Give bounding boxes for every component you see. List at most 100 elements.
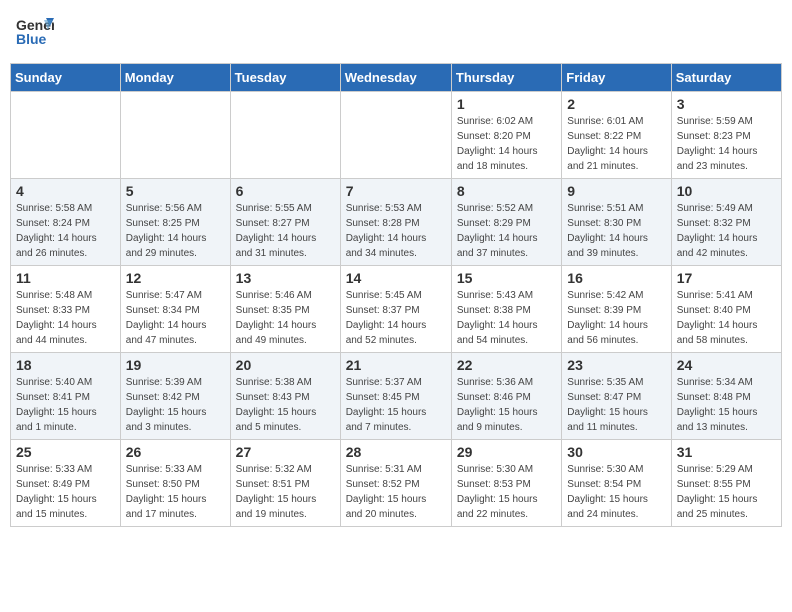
calendar-cell: 29Sunrise: 5:30 AM Sunset: 8:53 PM Dayli… <box>451 440 561 527</box>
calendar-cell: 25 Sunrise: 5:33 AM Sunset: 8:49 PM Dayli… <box>11 440 121 527</box>
calendar-week-row: 25 Sunrise: 5:33 AM Sunset: 8:49 PM Dayli… <box>11 440 782 527</box>
calendar-cell: 31 Sunrise: 5:29 AM Sunset: 8:55 PM Dayli… <box>671 440 781 527</box>
day-number: 12 <box>126 270 225 286</box>
header: General Blue <box>10 10 782 55</box>
day-info: Sunrise: 5:51 AM Sunset: 8:30 PM Dayligh… <box>567 201 665 261</box>
calendar-cell: 11Sunrise: 5:48 AM Sunset: 8:33 PM Dayli… <box>11 266 121 353</box>
calendar-cell: 17Sunrise: 5:41 AM Sunset: 8:40 PM Dayli… <box>671 266 781 353</box>
day-info: Sunrise: 5:49 AM Sunset: 8:32 PM Dayligh… <box>677 201 776 261</box>
day-number: 7 <box>346 183 446 199</box>
day-info: Sunrise: 5:40 AM Sunset: 8:41 PM Dayligh… <box>16 375 115 435</box>
calendar-cell: 4 Sunrise: 5:58 AM Sunset: 8:24 PM Daylig… <box>11 179 121 266</box>
calendar-cell: 21Sunrise: 5:37 AM Sunset: 8:45 PM Dayli… <box>340 353 451 440</box>
day-number: 25 <box>16 444 115 460</box>
calendar-cell: 28 Sunrise: 5:31 AM Sunset: 8:52 PM Dayli… <box>340 440 451 527</box>
day-info: Sunrise: 5:53 AM Sunset: 8:28 PM Dayligh… <box>346 201 446 261</box>
calendar-week-row: 4 Sunrise: 5:58 AM Sunset: 8:24 PM Daylig… <box>11 179 782 266</box>
calendar-cell: 20 Sunrise: 5:38 AM Sunset: 8:43 PM Dayli… <box>230 353 340 440</box>
day-number: 30 <box>567 444 665 460</box>
page-container: General Blue SundayMondayTuesdayWednesda… <box>10 10 782 527</box>
calendar-header-friday: Friday <box>562 64 671 92</box>
calendar-cell: 18 Sunrise: 5:40 AM Sunset: 8:41 PM Dayli… <box>11 353 121 440</box>
day-info: Sunrise: 5:36 AM Sunset: 8:46 PM Dayligh… <box>457 375 556 435</box>
day-number: 26 <box>126 444 225 460</box>
day-number: 21 <box>346 357 446 373</box>
day-number: 8 <box>457 183 556 199</box>
day-number: 22 <box>457 357 556 373</box>
day-number: 9 <box>567 183 665 199</box>
day-info: Sunrise: 5:41 AM Sunset: 8:40 PM Dayligh… <box>677 288 776 348</box>
calendar-header-sunday: Sunday <box>11 64 121 92</box>
day-number: 31 <box>677 444 776 460</box>
calendar-cell: 13 Sunrise: 5:46 AM Sunset: 8:35 PM Dayli… <box>230 266 340 353</box>
calendar-cell: 10 Sunrise: 5:49 AM Sunset: 8:32 PM Dayli… <box>671 179 781 266</box>
day-number: 10 <box>677 183 776 199</box>
calendar-cell: 27 Sunrise: 5:32 AM Sunset: 8:51 PM Dayli… <box>230 440 340 527</box>
day-info: Sunrise: 5:46 AM Sunset: 8:35 PM Dayligh… <box>236 288 335 348</box>
day-info: Sunrise: 5:58 AM Sunset: 8:24 PM Dayligh… <box>16 201 115 261</box>
day-info: Sunrise: 5:43 AM Sunset: 8:38 PM Dayligh… <box>457 288 556 348</box>
day-number: 3 <box>677 96 776 112</box>
calendar-cell <box>340 92 451 179</box>
day-number: 28 <box>346 444 446 460</box>
calendar-cell: 14 Sunrise: 5:45 AM Sunset: 8:37 PM Dayli… <box>340 266 451 353</box>
calendar-cell <box>230 92 340 179</box>
calendar-cell: 1 Sunrise: 6:02 AM Sunset: 8:20 PM Daylig… <box>451 92 561 179</box>
calendar-cell: 15 Sunrise: 5:43 AM Sunset: 8:38 PM Dayli… <box>451 266 561 353</box>
calendar-week-row: 1 Sunrise: 6:02 AM Sunset: 8:20 PM Daylig… <box>11 92 782 179</box>
day-info: Sunrise: 5:45 AM Sunset: 8:37 PM Dayligh… <box>346 288 446 348</box>
calendar-table: SundayMondayTuesdayWednesdayThursdayFrid… <box>10 63 782 527</box>
day-info: Sunrise: 5:38 AM Sunset: 8:43 PM Dayligh… <box>236 375 335 435</box>
day-info: Sunrise: 5:47 AM Sunset: 8:34 PM Dayligh… <box>126 288 225 348</box>
calendar-cell: 30 Sunrise: 5:30 AM Sunset: 8:54 PM Dayli… <box>562 440 671 527</box>
day-number: 6 <box>236 183 335 199</box>
calendar-cell: 5Sunrise: 5:56 AM Sunset: 8:25 PM Daylig… <box>120 179 230 266</box>
day-info: Sunrise: 5:59 AM Sunset: 8:23 PM Dayligh… <box>677 114 776 174</box>
day-number: 5 <box>126 183 225 199</box>
day-info: Sunrise: 5:34 AM Sunset: 8:48 PM Dayligh… <box>677 375 776 435</box>
day-info: Sunrise: 5:30 AM Sunset: 8:54 PM Dayligh… <box>567 462 665 522</box>
day-number: 11 <box>16 270 115 286</box>
calendar-cell: 7 Sunrise: 5:53 AM Sunset: 8:28 PM Daylig… <box>340 179 451 266</box>
day-info: Sunrise: 5:35 AM Sunset: 8:47 PM Dayligh… <box>567 375 665 435</box>
day-number: 23 <box>567 357 665 373</box>
calendar-header-tuesday: Tuesday <box>230 64 340 92</box>
logo-graphic: General Blue <box>14 10 54 55</box>
day-number: 15 <box>457 270 556 286</box>
day-number: 13 <box>236 270 335 286</box>
calendar-week-row: 18 Sunrise: 5:40 AM Sunset: 8:41 PM Dayli… <box>11 353 782 440</box>
svg-text:Blue: Blue <box>16 31 47 47</box>
day-info: Sunrise: 5:52 AM Sunset: 8:29 PM Dayligh… <box>457 201 556 261</box>
day-info: Sunrise: 5:39 AM Sunset: 8:42 PM Dayligh… <box>126 375 225 435</box>
calendar-cell: 2 Sunrise: 6:01 AM Sunset: 8:22 PM Daylig… <box>562 92 671 179</box>
day-info: Sunrise: 5:32 AM Sunset: 8:51 PM Dayligh… <box>236 462 335 522</box>
calendar-header-wednesday: Wednesday <box>340 64 451 92</box>
day-info: Sunrise: 5:29 AM Sunset: 8:55 PM Dayligh… <box>677 462 776 522</box>
day-number: 20 <box>236 357 335 373</box>
day-number: 16 <box>567 270 665 286</box>
day-number: 4 <box>16 183 115 199</box>
calendar-cell: 23 Sunrise: 5:35 AM Sunset: 8:47 PM Dayli… <box>562 353 671 440</box>
calendar-header-saturday: Saturday <box>671 64 781 92</box>
day-info: Sunrise: 5:30 AM Sunset: 8:53 PM Dayligh… <box>457 462 556 522</box>
day-info: Sunrise: 5:42 AM Sunset: 8:39 PM Dayligh… <box>567 288 665 348</box>
day-info: Sunrise: 6:01 AM Sunset: 8:22 PM Dayligh… <box>567 114 665 174</box>
calendar-cell: 8 Sunrise: 5:52 AM Sunset: 8:29 PM Daylig… <box>451 179 561 266</box>
day-number: 1 <box>457 96 556 112</box>
day-info: Sunrise: 5:33 AM Sunset: 8:49 PM Dayligh… <box>16 462 115 522</box>
day-number: 24 <box>677 357 776 373</box>
calendar-cell <box>11 92 121 179</box>
calendar-week-row: 11Sunrise: 5:48 AM Sunset: 8:33 PM Dayli… <box>11 266 782 353</box>
calendar-header-monday: Monday <box>120 64 230 92</box>
day-number: 2 <box>567 96 665 112</box>
day-info: Sunrise: 5:55 AM Sunset: 8:27 PM Dayligh… <box>236 201 335 261</box>
day-number: 14 <box>346 270 446 286</box>
calendar-cell: 16 Sunrise: 5:42 AM Sunset: 8:39 PM Dayli… <box>562 266 671 353</box>
day-number: 18 <box>16 357 115 373</box>
calendar-cell: 24 Sunrise: 5:34 AM Sunset: 8:48 PM Dayli… <box>671 353 781 440</box>
calendar-cell: 9 Sunrise: 5:51 AM Sunset: 8:30 PM Daylig… <box>562 179 671 266</box>
day-info: Sunrise: 6:02 AM Sunset: 8:20 PM Dayligh… <box>457 114 556 174</box>
day-info: Sunrise: 5:31 AM Sunset: 8:52 PM Dayligh… <box>346 462 446 522</box>
calendar-cell: 12 Sunrise: 5:47 AM Sunset: 8:34 PM Dayli… <box>120 266 230 353</box>
day-number: 27 <box>236 444 335 460</box>
